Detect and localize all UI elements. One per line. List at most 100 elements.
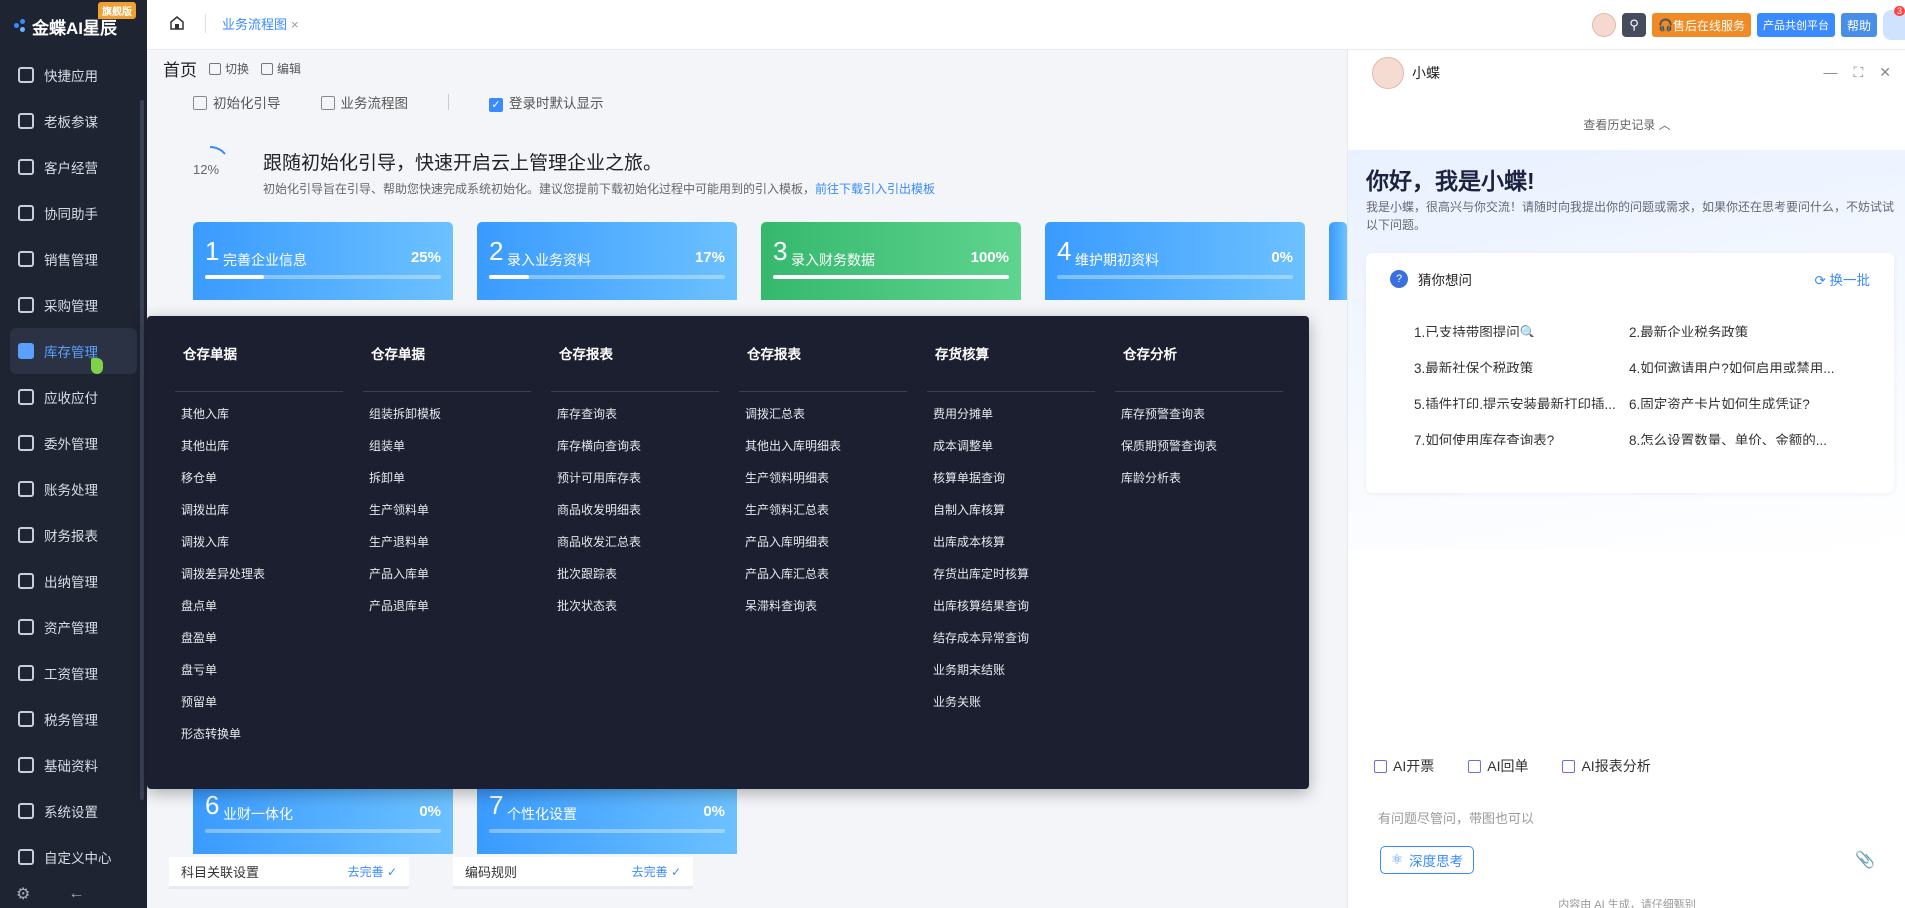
menu-item[interactable]: 批次跟踪表 — [551, 566, 719, 598]
menu-item[interactable]: 结存成本异常查询 — [927, 630, 1095, 662]
attach-icon[interactable]: 📎 — [1855, 850, 1875, 870]
download-template-link[interactable]: 前往下载引入引出模板 — [815, 182, 935, 196]
ai-receipt-button[interactable]: AI回单 — [1468, 756, 1528, 776]
switch-button[interactable]: 切换 — [209, 60, 249, 77]
menu-item[interactable]: 库存预警查询表 — [1115, 406, 1283, 438]
sidebar-item[interactable]: 账务处理 — [0, 466, 147, 512]
step-card[interactable]: 4 维护期初资料 0% — [1045, 222, 1305, 300]
ai-report-button[interactable]: AI报表分析 — [1562, 756, 1651, 776]
menu-item[interactable]: 呆滞料查询表 — [739, 598, 907, 630]
menu-item[interactable]: 移仓单 — [175, 470, 343, 502]
sidebar-item[interactable]: 基础资料 — [0, 742, 147, 788]
default-show-checkbox[interactable]: ✓ 登录时默认显示 — [489, 92, 604, 112]
menu-item[interactable]: 其他出入库明细表 — [739, 438, 907, 470]
suggested-question[interactable]: 3.最新社保个税政策 — [1414, 357, 1629, 373]
menu-item[interactable]: 生产领料汇总表 — [739, 502, 907, 534]
list-item[interactable]: 编码规则 去完善 ✓ — [453, 857, 693, 889]
edit-button[interactable]: 编辑 — [261, 60, 301, 77]
ai-invoice-button[interactable]: AI开票 — [1374, 756, 1434, 776]
tab-business-flow[interactable]: 业务流程图 × — [205, 14, 299, 33]
sidebar-item[interactable]: 税务管理 — [0, 696, 147, 742]
close-icon[interactable]: ✕ — [1879, 64, 1891, 81]
menu-item[interactable]: 生产领料明细表 — [739, 470, 907, 502]
list-item[interactable]: 科目关联设置 去完善 ✓ — [169, 857, 409, 889]
refresh-button[interactable]: ⟳ 换一批 — [1814, 269, 1870, 289]
deep-think-button[interactable]: ⚛ 深度思考 — [1380, 846, 1475, 874]
menu-item[interactable]: 库存横向查询表 — [551, 438, 719, 470]
collapse-arrow-icon[interactable]: ← — [68, 885, 84, 903]
menu-item[interactable]: 核算单据查询 — [927, 470, 1095, 502]
settings-icon[interactable]: ⚙ — [16, 884, 30, 904]
menu-item[interactable]: 自制入库核算 — [927, 502, 1095, 534]
platform-button[interactable]: 产品共创平台 — [1756, 13, 1835, 37]
menu-item[interactable]: 盘盈单 — [175, 630, 343, 662]
close-icon[interactable]: × — [291, 17, 299, 32]
suggested-question[interactable]: 6.固定资产卡片如何生成凭证? — [1629, 393, 1844, 409]
menu-item[interactable]: 组装拆卸模板 — [363, 406, 531, 438]
menu-item[interactable]: 调拨差异处理表 — [175, 566, 343, 598]
menu-item[interactable]: 商品收发明细表 — [551, 502, 719, 534]
minimize-icon[interactable]: — — [1823, 64, 1837, 81]
home-icon[interactable] — [169, 15, 185, 31]
menu-item[interactable]: 产品入库汇总表 — [739, 566, 907, 598]
help-button[interactable]: 帮助 — [1840, 13, 1877, 37]
menu-item[interactable]: 费用分摊单 — [927, 406, 1095, 438]
menu-item[interactable]: 成本调整单 — [927, 438, 1095, 470]
complete-link[interactable]: 去完善 ✓ — [348, 863, 397, 880]
menu-item[interactable]: 拆卸单 — [363, 470, 531, 502]
menu-item[interactable]: 组装单 — [363, 438, 531, 470]
suggested-question[interactable]: 2.最新企业税务政策 — [1629, 321, 1844, 337]
service-button[interactable]: 🎧 售后在线服务 — [1652, 13, 1751, 37]
sidebar-item[interactable]: 协同助手 — [0, 190, 147, 236]
maximize-icon[interactable]: ⛶ — [1853, 64, 1863, 81]
sidebar-scrollbar[interactable] — [140, 100, 144, 800]
step-card[interactable]: 2 录入业务资料 17% — [477, 222, 737, 300]
menu-item[interactable]: 其他出库 — [175, 438, 343, 470]
menu-item[interactable]: 生产领料单 — [363, 502, 531, 534]
menu-item[interactable]: 调拨入库 — [175, 534, 343, 566]
menu-item[interactable]: 产品退库单 — [363, 598, 531, 630]
menu-item[interactable]: 调拨出库 — [175, 502, 343, 534]
menu-item[interactable]: 业务关账 — [927, 694, 1095, 726]
menu-item[interactable]: 批次状态表 — [551, 598, 719, 630]
menu-item[interactable]: 预计可用库存表 — [551, 470, 719, 502]
menu-item[interactable]: 其他入库 — [175, 406, 343, 438]
sidebar-item[interactable]: 销售管理 — [0, 236, 147, 282]
sidebar-item[interactable]: 采购管理 — [0, 282, 147, 328]
menu-item[interactable]: 业务期末结账 — [927, 662, 1095, 694]
search-icon[interactable]: ⚲ — [1622, 13, 1647, 37]
history-link[interactable]: 查看历史记录 ︿ — [1348, 116, 1905, 133]
avatar[interactable] — [1592, 13, 1617, 37]
step-card[interactable] — [1329, 222, 1347, 300]
chat-input[interactable]: 有问题尽管问，带图也可以 — [1378, 808, 1534, 827]
menu-item[interactable]: 库龄分析表 — [1115, 470, 1283, 502]
menu-item[interactable]: 盘亏单 — [175, 662, 343, 694]
step-card[interactable]: 1 完善企业信息 25% — [193, 222, 453, 300]
suggested-question[interactable]: 8.怎么设置数量、单价、金额的... — [1629, 429, 1844, 445]
suggested-question[interactable]: 4.如何邀请用户?如何启用或禁用... — [1629, 357, 1844, 373]
sidebar-item[interactable]: 库存管理 — [10, 328, 137, 374]
suggested-question[interactable]: 5.插件打印,提示安装最新打印插... — [1414, 393, 1629, 409]
menu-item[interactable]: 商品收发汇总表 — [551, 534, 719, 566]
sidebar-item[interactable]: 应收应付 — [0, 374, 147, 420]
app-logo[interactable]: 金蝶AI星辰 旗舰版 — [0, 0, 147, 52]
sidebar-item[interactable]: 老板参谋 — [0, 98, 147, 144]
assistant-robot-icon[interactable]: 3 — [1883, 6, 1905, 40]
sidebar-item[interactable]: 资产管理 — [0, 604, 147, 650]
menu-item[interactable]: 出库核算结果查询 — [927, 598, 1095, 630]
sidebar-item[interactable]: 快捷应用 — [0, 52, 147, 98]
sidebar-item[interactable]: 自定义中心 — [0, 834, 147, 880]
complete-link[interactable]: 去完善 ✓ — [632, 863, 681, 880]
menu-item[interactable]: 保质期预警查询表 — [1115, 438, 1283, 470]
menu-item[interactable]: 产品入库单 — [363, 566, 531, 598]
menu-item[interactable]: 生产退料单 — [363, 534, 531, 566]
sidebar-item[interactable]: 工资管理 — [0, 650, 147, 696]
menu-item[interactable]: 存货出库定时核算 — [927, 566, 1095, 598]
sidebar-item[interactable]: 系统设置 — [0, 788, 147, 834]
menu-item[interactable]: 产品入库明细表 — [739, 534, 907, 566]
sidebar-item[interactable]: 财务报表 — [0, 512, 147, 558]
suggested-question[interactable]: 7.如何使用库存查询表? — [1414, 429, 1629, 445]
menu-item[interactable]: 出库成本核算 — [927, 534, 1095, 566]
sidebar-item[interactable]: 委外管理 — [0, 420, 147, 466]
sidebar-item[interactable]: 出纳管理 — [0, 558, 147, 604]
